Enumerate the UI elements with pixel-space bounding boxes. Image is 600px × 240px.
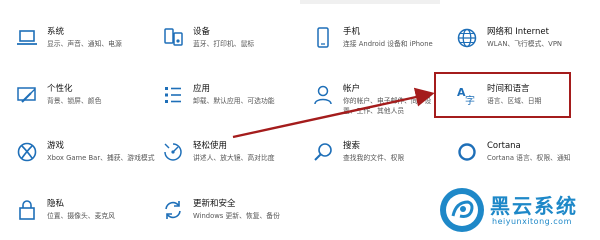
- watermark-logo: [440, 188, 484, 232]
- watermark-url: heiyunxitong.com: [492, 217, 572, 226]
- watermark: 黑云系统 heiyunxitong.com: [438, 186, 600, 234]
- watermark-name: 黑云系统: [490, 194, 578, 218]
